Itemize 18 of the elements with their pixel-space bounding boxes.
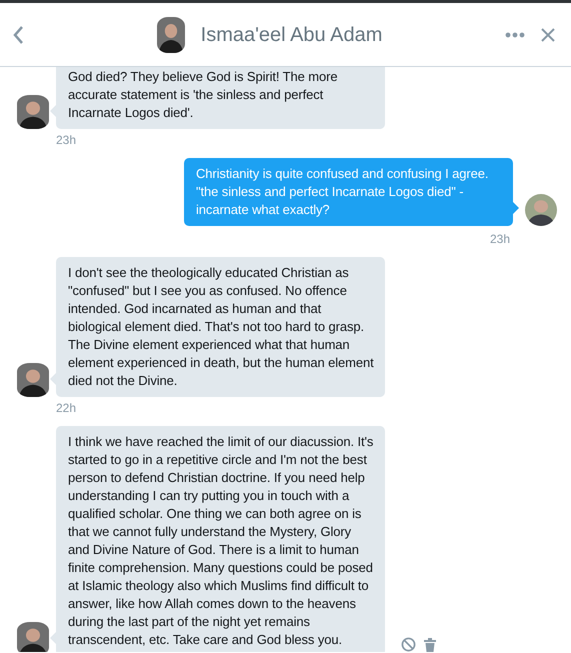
delete-icon[interactable] <box>424 637 436 652</box>
timestamp: 23h <box>490 232 510 246</box>
message-bubble: Christianity is quite confused and confusing I agree. "the sinless and perfect Incarnate Logos died" - incarnate what exactly? <box>184 158 513 226</box>
avatar <box>17 95 49 129</box>
avatar <box>17 622 49 652</box>
timestamp: 23h <box>56 133 76 147</box>
message-bubble: God died? They believe God is Spirit! The more accurate statement is 'the sinless and perfect Incarnate Logos died'. <box>56 67 385 129</box>
avatar <box>156 16 185 52</box>
avatar <box>525 194 557 226</box>
timestamp: 22h <box>56 401 76 415</box>
block-icon[interactable] <box>401 637 416 652</box>
avatar <box>17 363 49 397</box>
message-bubble: I think we have reached the limit of our diacussion. It's started to go in a repetitive circle and I'm not the best person to defend Christian doctrine. If you need help understanding I can try putting you in touch with a qualified scholar. One thing we can both agree on is that we cannot fully understand the Mystery, Glory and Divine Nature of God. There is a limit to human finite comprehension. Many questions could be posed at Islamic theology also which Muslims find difficult to answer, like how Allah comes down to the heavens during the last part of the night yet remains transcendent, etc. Take care and God bless you. <box>56 426 385 652</box>
close-button[interactable] <box>541 28 555 42</box>
bubble-tail <box>513 202 519 214</box>
message-bubble: I don't see the theologically educated Christian as "confused" but I see you as confused. No offence intended. God incarnated as human and that biological element died. That's not too hard to grasp. The Divine element experienced what that human element experienced in death, but the human element died not the Divine. <box>56 257 385 397</box>
conversation-title: Ismaa'eel Abu Adam <box>200 22 382 48</box>
more-button[interactable] <box>505 32 525 38</box>
